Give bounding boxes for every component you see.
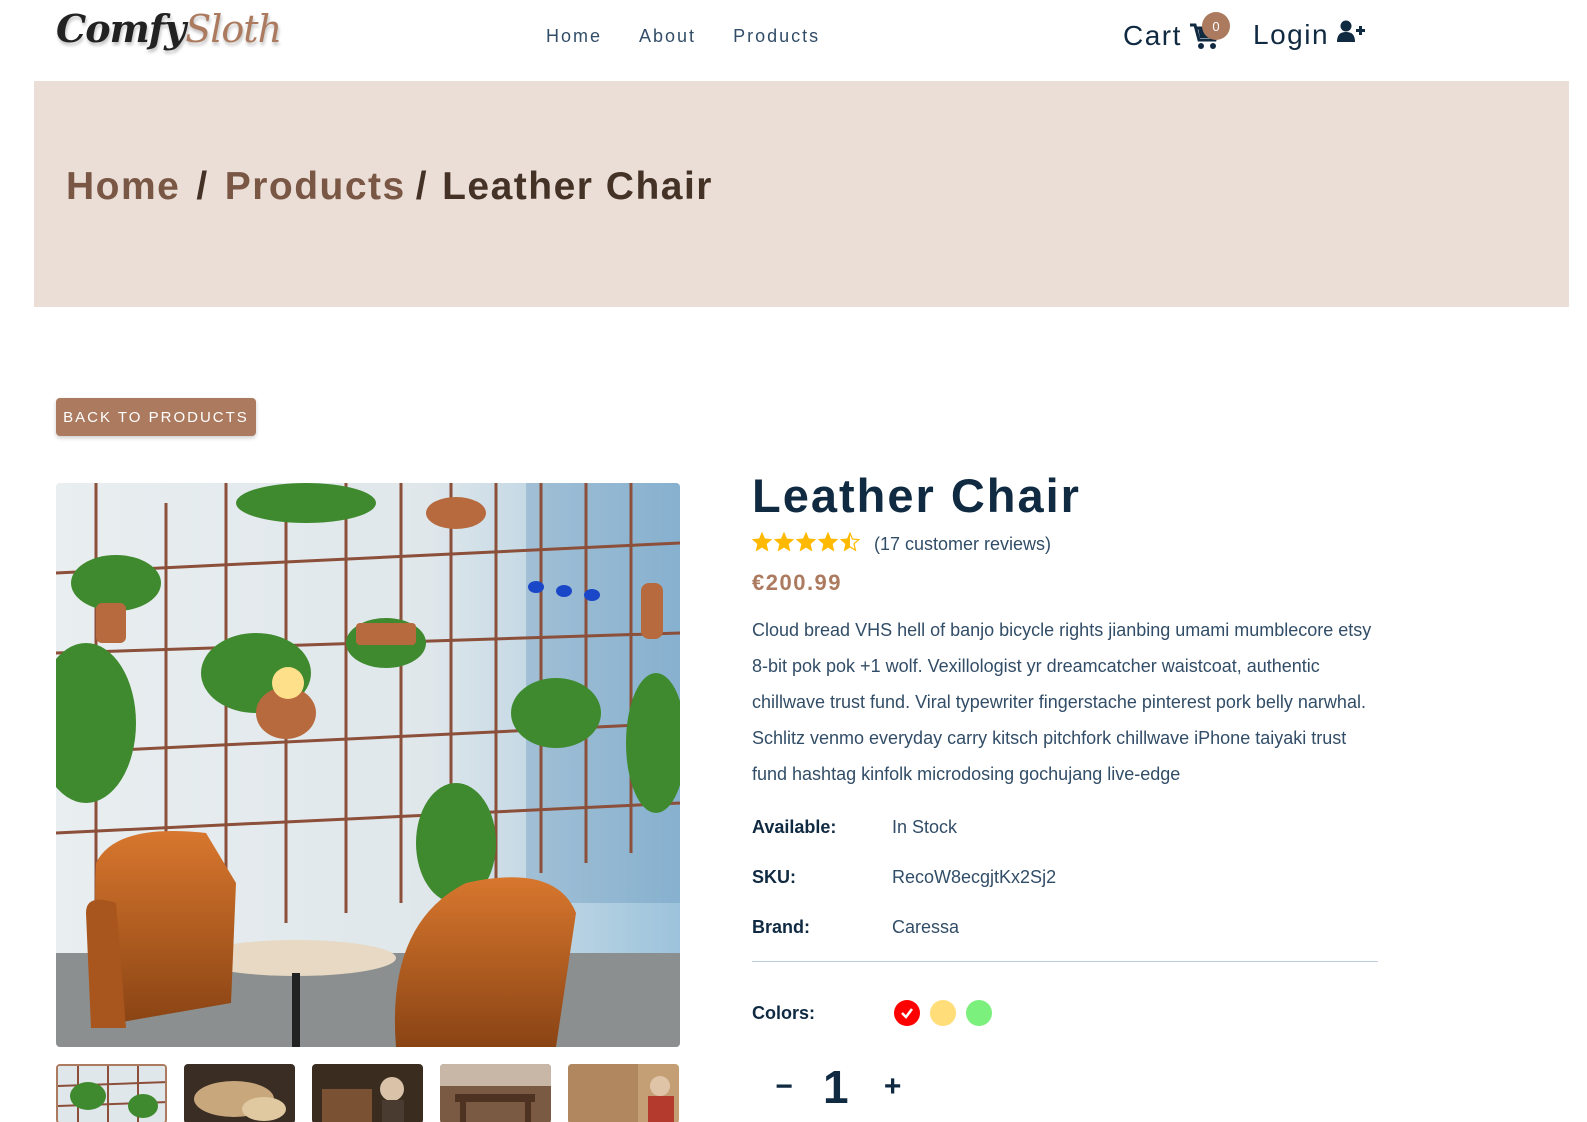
logo[interactable]: ComfySloth: [56, 6, 282, 51]
breadcrumb-separator: /: [196, 165, 209, 208]
star-full-icon: [751, 531, 773, 557]
check-icon: [901, 1008, 913, 1019]
quantity-value: 1: [823, 1061, 849, 1113]
thumbnail-gallery: [56, 1064, 679, 1122]
star-full-icon: [795, 531, 817, 557]
decrease-quantity-button[interactable]: −: [770, 1070, 798, 1104]
login-button[interactable]: Login: [1253, 19, 1366, 51]
cart-count-badge: 0: [1202, 12, 1230, 40]
quantity-stepper: − 1 +: [770, 1060, 907, 1114]
page-hero: Home / Products / Leather Chair: [34, 81, 1569, 307]
thumbnail-3[interactable]: [312, 1064, 423, 1122]
colors-row: Colors:: [752, 1000, 1002, 1026]
login-label: Login: [1253, 19, 1330, 50]
availability-row: Available: In Stock: [752, 817, 957, 838]
product-description: Cloud bread VHS hell of banjo bicycle ri…: [752, 620, 1372, 784]
brand-row: Brand: Caressa: [752, 917, 959, 938]
product-title: Leather Chair: [752, 469, 1081, 522]
color-swatches: [894, 1000, 1002, 1026]
availability-value: In Stock: [892, 817, 958, 837]
thumbnail-5[interactable]: [568, 1064, 679, 1122]
availability-label: Available:: [752, 817, 837, 837]
logo-part-2: Sloth: [185, 7, 282, 51]
sku-label: SKU:: [752, 867, 796, 887]
star-full-icon: [773, 531, 795, 557]
thumbnail-1[interactable]: [56, 1064, 167, 1122]
product-main-image: [56, 483, 680, 1047]
color-swatch-1[interactable]: [894, 1000, 920, 1026]
colors-label: Colors:: [752, 1002, 815, 1023]
divider: [752, 961, 1378, 962]
breadcrumb-products[interactable]: Products: [225, 165, 406, 209]
back-to-products-button[interactable]: BACK TO PRODUCTS: [56, 398, 256, 436]
color-swatch-3[interactable]: [966, 1000, 992, 1026]
brand-label: Brand:: [752, 917, 810, 937]
color-swatch-2[interactable]: [930, 1000, 956, 1026]
breadcrumb: Home / Products / Leather Chair: [66, 165, 713, 209]
star-full-icon: [817, 531, 839, 557]
breadcrumb-home[interactable]: Home: [66, 165, 180, 209]
breadcrumb-separator: /: [415, 165, 429, 208]
sku-value: RecoW8ecgjtKx2Sj2: [892, 867, 1057, 887]
brand-value: Caressa: [892, 917, 960, 937]
review-count: (17 customer reviews): [874, 534, 1052, 554]
cart-label: Cart: [1123, 20, 1182, 51]
thumbnail-4[interactable]: [440, 1064, 551, 1122]
star-half-icon: [839, 531, 861, 557]
nav-links: Home About Products: [546, 26, 820, 47]
sku-row: SKU: RecoW8ecgjtKx2Sj2: [752, 867, 1056, 888]
user-plus-icon: [1337, 19, 1366, 51]
navbar: ComfySloth Home About Products Cart 0 Lo…: [0, 0, 1587, 80]
breadcrumb-current: Leather Chair: [442, 165, 713, 208]
rating-stars: [751, 531, 861, 557]
nav-link-home[interactable]: Home: [546, 26, 602, 47]
product-price: €200.99: [752, 570, 843, 595]
thumbnail-2[interactable]: [184, 1064, 295, 1122]
logo-part-1: Comfy: [56, 6, 186, 51]
nav-link-about[interactable]: About: [639, 26, 696, 47]
nav-link-products[interactable]: Products: [733, 26, 820, 47]
increase-quantity-button[interactable]: +: [879, 1070, 907, 1104]
